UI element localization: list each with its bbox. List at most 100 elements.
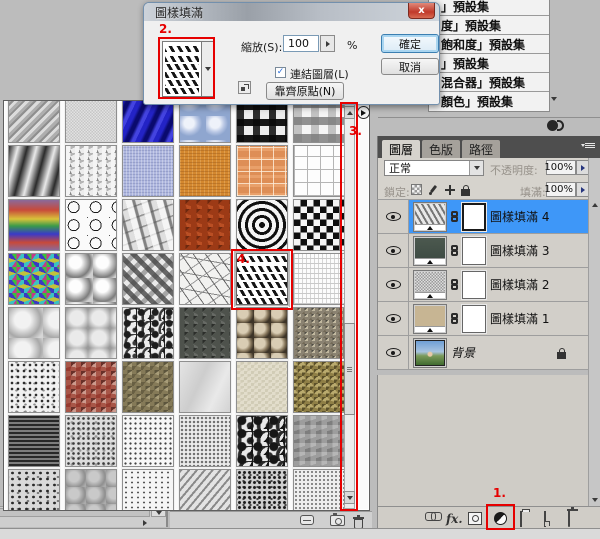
lock-all-icon[interactable] [461,184,470,196]
pattern-swatch-gray-clouds[interactable] [8,307,60,359]
layer-thumbnail[interactable] [413,201,447,232]
pattern-swatch-olive-rock[interactable] [122,361,174,413]
pattern-swatch-light-speckle[interactable] [179,415,231,467]
pattern-swatch-orange-grid[interactable] [236,145,288,197]
visibility-toggle[interactable] [378,268,409,301]
pattern-swatch-light-marble[interactable] [179,361,231,413]
pattern-scroll-down-button[interactable] [344,491,355,504]
lock-paint-icon[interactable] [427,184,439,196]
pattern-swatch-gray-speckle[interactable] [65,415,117,467]
visibility-toggle[interactable] [378,234,409,267]
panel-menu-icon[interactable] [581,142,595,151]
pattern-swatch-white-noise[interactable] [122,469,174,510]
pattern-swatch-ink-squiggles[interactable] [65,199,117,251]
preset-menu-item[interactable]: 」預設集 [429,0,549,16]
new-group-icon[interactable] [520,511,522,527]
layer-style-icon[interactable]: fx. [446,513,463,525]
pattern-swatch-white-mesh[interactable] [293,253,345,305]
pattern-swatch-woven-blocks[interactable] [293,101,345,143]
pattern-swatch-psychedelic-noise[interactable] [8,253,60,305]
pattern-swatch-crumpled-gray[interactable] [122,199,174,251]
layer-thumbnail[interactable] [413,269,447,300]
pattern-swatch-white-grid[interactable] [293,145,345,197]
pattern-swatch-diagonal-strokes[interactable] [8,101,60,143]
tab-layers[interactable]: 圖層 [382,140,421,158]
opacity-value[interactable]: 100% [544,160,576,175]
add-mask-icon[interactable] [468,512,482,525]
layer-mask-thumbnail[interactable] [462,304,486,333]
pattern-swatch-gray-strokes[interactable] [179,469,231,510]
cancel-button[interactable]: 取消 [381,58,439,75]
snapshot-icon[interactable] [330,513,345,526]
button-icon[interactable] [300,515,314,525]
layer-thumbnail[interactable] [413,337,447,368]
preset-menu-item[interactable]: 顏色」預設集 [429,92,549,111]
lock-position-icon[interactable] [444,184,456,196]
layer-mask-thumbnail[interactable] [462,202,486,231]
pattern-swatch-beige-stone[interactable] [236,361,288,413]
pattern-swatch-soft-clouds[interactable] [65,253,117,305]
pattern-swatch-bw-camo[interactable] [236,415,288,467]
pattern-swatch-blue-bubbles[interactable] [179,101,231,143]
layer-row[interactable]: 背景 [378,336,588,370]
dialog-titlebar[interactable]: 圖樣填滿 [144,3,439,21]
pattern-swatch-gray-splatter[interactable] [65,145,117,197]
pattern-swatch-dark-rock[interactable] [179,307,231,359]
arrow-right-icon[interactable] [143,520,147,526]
pattern-swatch-dark-strata[interactable] [8,415,60,467]
new-preset-icon[interactable] [238,81,251,94]
pattern-swatch-gold-gravel[interactable] [293,361,345,413]
snap-origin-button[interactable]: 靠齊原點(N) [266,82,344,100]
pattern-swatch-rough-gray[interactable] [293,415,345,467]
pattern-scrollbar-track[interactable] [344,104,355,509]
pattern-swatch-orange-fabric[interactable] [179,145,231,197]
fill-value[interactable]: 100% [544,182,576,197]
pattern-swatch-smooth-waves[interactable] [8,145,60,197]
preset-menu-item[interactable]: 度」預設集 [429,16,549,35]
pattern-swatch-cracked-plaster[interactable] [179,253,231,305]
tab-paths[interactable]: 路徑 [462,140,501,158]
pattern-scroll-up-button[interactable] [344,106,355,119]
pattern-swatch-red-granite[interactable] [65,361,117,413]
close-icon[interactable]: x [408,3,435,19]
ok-button[interactable]: 確定 [381,34,439,53]
layer-row[interactable]: 圖樣填滿 4 [378,200,588,234]
pattern-swatch-blue-satin[interactable] [122,101,174,143]
layer-row[interactable]: 圖樣填滿 3 [378,234,588,268]
pattern-swatch-pebbles[interactable] [236,307,288,359]
preset-menu-item[interactable]: 」預設集 [429,54,549,73]
pattern-swatch-rainbow-stripes[interactable] [8,199,60,251]
pattern-swatch-gray-granite[interactable] [8,469,60,510]
scale-dropdown-button[interactable] [320,35,335,52]
pattern-swatch-rust[interactable] [179,199,231,251]
delete-layer-icon[interactable] [568,511,570,527]
visibility-toggle[interactable] [378,336,409,369]
pattern-swatch-gravel[interactable] [293,307,345,359]
pattern-preview-well[interactable] [162,41,202,97]
layer-thumbnail[interactable] [413,303,447,334]
blend-mode-dropdown[interactable]: 正常 [384,160,484,176]
link-layers-checkbox[interactable]: ✓ [275,67,286,78]
pattern-swatch-white-speckle-fine[interactable] [122,415,174,467]
layer-row[interactable]: 圖樣填滿 2 [378,268,588,302]
pattern-swatch-dark-speckle[interactable] [236,469,288,510]
new-adjustment-layer-icon[interactable] [494,512,507,525]
layers-scrollbar[interactable] [588,158,600,506]
pattern-swatch-optical-checker[interactable] [293,199,345,251]
pattern-swatch-blue-fabric[interactable] [122,145,174,197]
visibility-toggle[interactable] [378,302,409,335]
pattern-swatch-concentric-squares[interactable] [236,199,288,251]
layer-mask-thumbnail[interactable] [462,236,486,265]
pattern-swatch-fine-noise[interactable] [65,101,117,143]
visibility-toggle[interactable] [378,200,409,233]
pattern-swatch-black-weave[interactable] [236,101,288,143]
lock-transparency-icon[interactable] [411,184,422,195]
layer-row[interactable]: 圖樣填滿 1 [378,302,588,336]
scale-input[interactable]: 100 [283,35,319,52]
pattern-swatch-zigzag-relief[interactable] [122,253,174,305]
layer-thumbnail[interactable] [413,235,447,266]
pattern-swatch-ink-splotches[interactable] [122,307,174,359]
pattern-swatch-gray-blobs[interactable] [65,307,117,359]
pattern-well-dropdown[interactable] [202,41,214,97]
layer-mask-thumbnail[interactable] [462,270,486,299]
